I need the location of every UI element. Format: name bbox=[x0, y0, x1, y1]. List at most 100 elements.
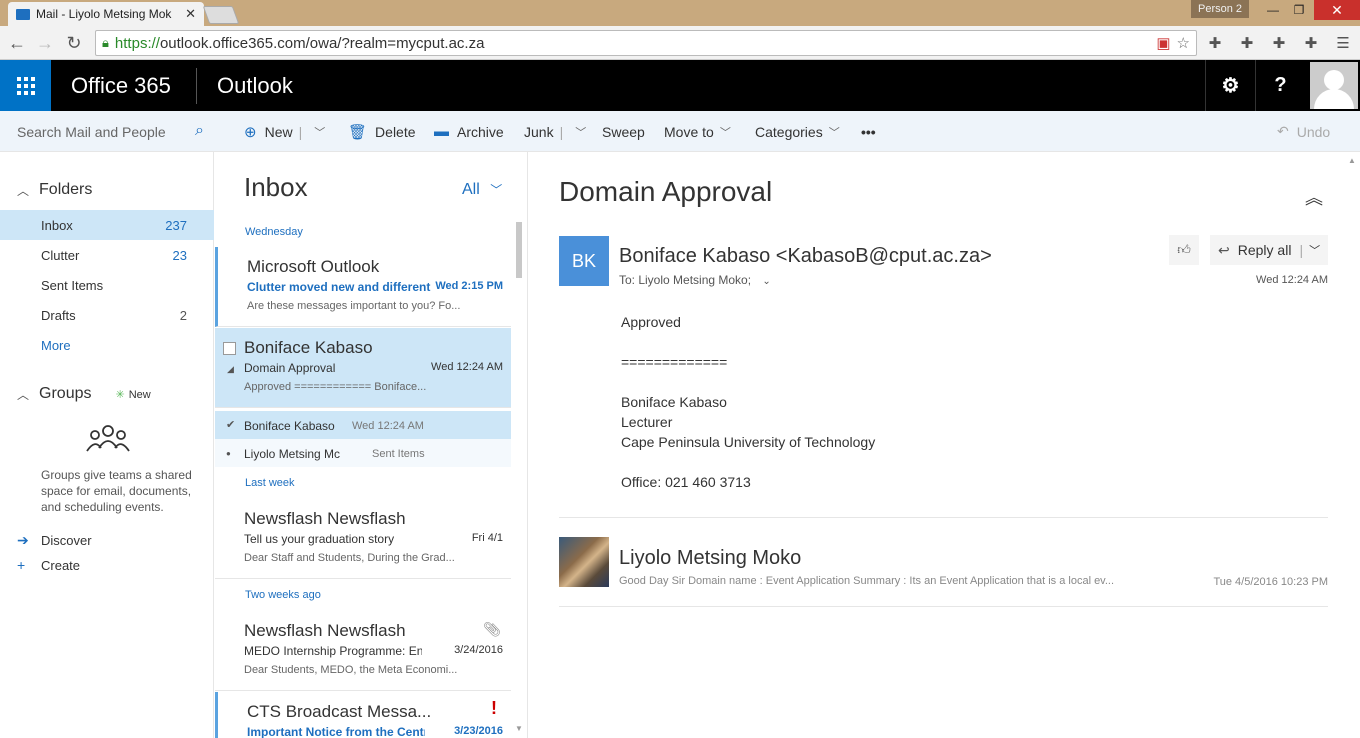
folder-pane: ︿ Folders Inbox 237 Clutter 23 Sent Item… bbox=[0, 152, 214, 738]
discover-label: Discover bbox=[41, 533, 92, 548]
reload-icon[interactable]: ↻ bbox=[63, 32, 85, 54]
scroll-up-icon[interactable]: ▲ bbox=[1348, 156, 1356, 165]
bookmark-star-icon[interactable]: ☆ bbox=[1177, 34, 1190, 52]
chevron-up-icon: ︿ bbox=[17, 387, 30, 402]
arrow-right-icon: ➔ bbox=[17, 532, 29, 548]
trash-icon: 🗑︎ bbox=[348, 123, 368, 141]
message-date: 3/24/2016 bbox=[454, 644, 503, 656]
settings-gear-icon[interactable]: ⚙ bbox=[1205, 60, 1255, 111]
body-line: ============= bbox=[621, 354, 728, 370]
browser-tab-mail[interactable]: Mail - Liyolo Metsing Mok ✕ bbox=[8, 2, 204, 26]
folder-title: Inbox bbox=[244, 172, 308, 202]
sender-name[interactable]: Boniface Kabaso <KabasoB@cput.ac.za> bbox=[619, 245, 992, 268]
blocked-popup-icon[interactable]: ▣ bbox=[1156, 34, 1170, 52]
minimize-button[interactable]: — bbox=[1260, 0, 1286, 20]
message-sender: Boniface Kabaso bbox=[244, 338, 373, 357]
back-arrow-icon[interactable]: ← bbox=[6, 32, 28, 54]
junk-button[interactable]: Junk | ﹀ bbox=[524, 111, 586, 152]
office365-brand[interactable]: Office 365 bbox=[71, 73, 171, 99]
extension-puzzle-icon[interactable]: ✚ bbox=[1270, 34, 1288, 52]
undo-button[interactable]: ↶ Undo bbox=[1277, 111, 1330, 152]
group-header-wednesday: Wednesday bbox=[245, 226, 303, 238]
folders-header[interactable]: ︿ Folders bbox=[17, 181, 92, 199]
browser-menu-icon[interactable]: ☰ bbox=[1334, 34, 1352, 52]
message-item[interactable]: Newsflash Newsflash 📎︎ MEDO Internship P… bbox=[215, 611, 511, 691]
search-icon[interactable]: ⌕ bbox=[195, 122, 204, 140]
sender-name[interactable]: Liyolo Metsing Moko bbox=[619, 547, 801, 570]
chevron-down-icon: ﹀ bbox=[828, 126, 840, 139]
reply-all-button[interactable]: ↩ Reply all | ﹀ bbox=[1210, 235, 1328, 265]
delete-button[interactable]: 🗑︎ Delete bbox=[348, 111, 416, 152]
forward-arrow-icon[interactable]: → bbox=[34, 32, 56, 54]
message-preview: Approved ============ Boniface... bbox=[244, 381, 427, 393]
like-thumb-icon[interactable]: 👍︎ bbox=[1169, 235, 1199, 265]
scroll-down-icon[interactable]: ▼ bbox=[515, 724, 523, 733]
sweep-button[interactable]: Sweep bbox=[602, 111, 645, 152]
sender-avatar[interactable]: BK bbox=[559, 236, 609, 286]
chevron-down-icon[interactable]: ﹀ bbox=[314, 124, 325, 140]
message-item[interactable]: Microsoft Outlook Clutter moved new and … bbox=[215, 247, 511, 327]
tab-title: Mail - Liyolo Metsing Mok bbox=[36, 7, 172, 21]
browser-toolbar: ← → ↻ 🔒︎ https://outlook.office365.com/o… bbox=[0, 26, 1360, 60]
move-to-button[interactable]: Move to ﹀ bbox=[664, 111, 731, 152]
sender-photo-avatar[interactable] bbox=[559, 537, 609, 587]
extension-puzzle-icon[interactable]: ✚ bbox=[1238, 34, 1256, 52]
groups-description: Groups give teams a shared space for ema… bbox=[41, 468, 192, 514]
message-sender: CTS Broadcast Messa... bbox=[247, 702, 432, 721]
new-button[interactable]: ⊕ New | ﹀ bbox=[244, 111, 325, 152]
browser-tab-strip: Mail - Liyolo Metsing Mok ✕ Person 2 — ❐… bbox=[0, 0, 1360, 26]
message-preview[interactable]: Good Day Sir Domain name : Event Applica… bbox=[619, 575, 1159, 587]
more-actions-button[interactable]: ••• bbox=[861, 111, 876, 152]
user-avatar[interactable] bbox=[1310, 62, 1358, 109]
chevron-down-icon[interactable]: ﹀ bbox=[1309, 242, 1320, 258]
more-folders-link[interactable]: More bbox=[0, 330, 214, 360]
reading-scrollbar[interactable]: ▲ bbox=[1344, 152, 1360, 738]
folder-drafts[interactable]: Drafts 2 bbox=[0, 300, 214, 330]
header-divider bbox=[196, 68, 197, 104]
categories-button[interactable]: Categories ﹀ bbox=[755, 111, 840, 152]
unread-count: 23 bbox=[172, 247, 187, 263]
collapse-all-icon[interactable]: ︽ bbox=[1305, 184, 1323, 210]
recipients[interactable]: To: Liyolo Metsing Moko; ⌄ bbox=[619, 273, 771, 287]
body-line: Cape Peninsula University of Technology bbox=[621, 434, 876, 450]
app-name[interactable]: Outlook bbox=[217, 73, 293, 99]
groups-label: Groups bbox=[39, 385, 92, 402]
folder-inbox[interactable]: Inbox 237 bbox=[0, 210, 214, 240]
extension-puzzle-icon[interactable]: ✚ bbox=[1302, 34, 1320, 52]
discover-link[interactable]: ➔ Discover bbox=[17, 532, 92, 549]
thread-item[interactable]: ✔ Boniface Kabaso Wed 12:24 AM bbox=[215, 411, 511, 439]
chevron-down-icon[interactable]: ﹀ bbox=[575, 124, 586, 140]
message-list: Inbox All ﹀ ▲ ▼ Wednesday Microsoft Outl… bbox=[215, 152, 528, 738]
thread-date: Wed 12:24 AM bbox=[352, 420, 424, 432]
message-item[interactable]: CTS Broadcast Messa... ! Important Notic… bbox=[215, 692, 511, 738]
thread-item[interactable]: ● Liyolo Metsing Mc Sent Items bbox=[215, 439, 511, 467]
scrollbar-thumb[interactable] bbox=[516, 222, 522, 278]
delete-label: Delete bbox=[375, 123, 416, 140]
message-item-selected[interactable]: ◢ Boniface Kabaso Domain Approval Wed 12… bbox=[215, 328, 511, 408]
to-line: To: Liyolo Metsing Moko; bbox=[619, 273, 752, 287]
groups-new-badge[interactable]: ✳ New bbox=[115, 388, 150, 401]
profile-badge[interactable]: Person 2 bbox=[1191, 0, 1249, 18]
address-bar[interactable]: 🔒︎ https://outlook.office365.com/owa/?re… bbox=[95, 30, 1197, 56]
filter-dropdown[interactable]: All ﹀ bbox=[462, 181, 502, 199]
attachment-paperclip-icon: 📎︎ bbox=[483, 621, 501, 637]
create-link[interactable]: + Create bbox=[17, 557, 80, 573]
message-checkbox[interactable] bbox=[223, 342, 236, 355]
help-icon[interactable]: ? bbox=[1255, 60, 1305, 111]
message-item[interactable]: Newsflash Newsflash Tell us your graduat… bbox=[215, 499, 511, 579]
search-input[interactable]: Search Mail and People ⌕ bbox=[0, 111, 214, 152]
expand-thread-icon[interactable]: ◢ bbox=[227, 364, 234, 375]
groups-header[interactable]: ︿ Groups ✳ New bbox=[17, 385, 151, 403]
expand-recipients-icon[interactable]: ⌄ bbox=[762, 276, 770, 287]
archive-button[interactable]: ▬ Archive bbox=[434, 111, 504, 152]
new-tab-button[interactable] bbox=[202, 6, 240, 24]
draft-count: 2 bbox=[179, 307, 187, 323]
maximize-button[interactable]: ❐ bbox=[1286, 0, 1312, 20]
groups-people-icon bbox=[86, 425, 130, 452]
folder-clutter[interactable]: Clutter 23 bbox=[0, 240, 214, 270]
tab-close-icon[interactable]: ✕ bbox=[185, 6, 196, 22]
app-launcher-icon[interactable] bbox=[0, 60, 51, 111]
close-window-button[interactable]: ✕ bbox=[1314, 0, 1360, 20]
extension-puzzle-icon[interactable]: ✚ bbox=[1206, 34, 1224, 52]
folder-sent-items[interactable]: Sent Items bbox=[0, 270, 214, 300]
